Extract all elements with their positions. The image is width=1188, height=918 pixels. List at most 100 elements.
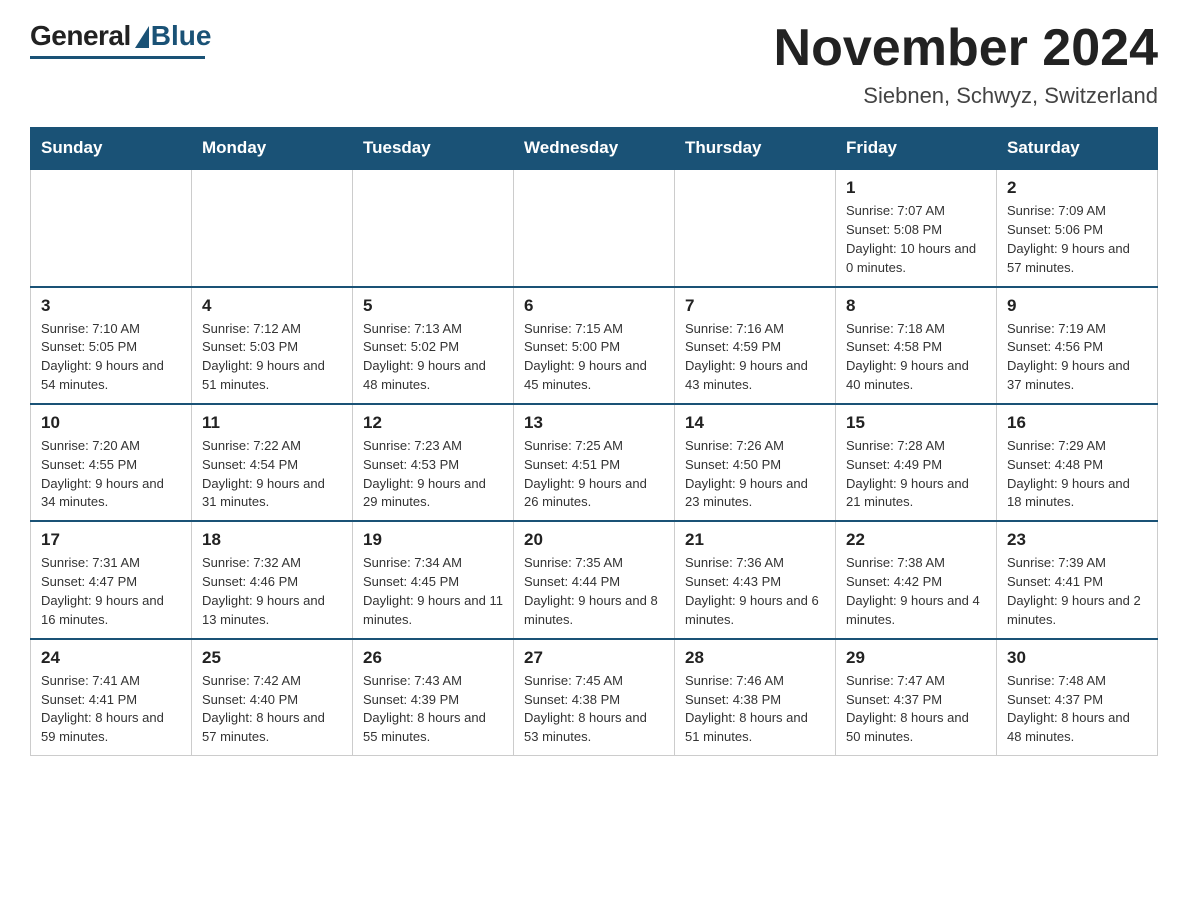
day-number: 1 — [846, 178, 986, 198]
calendar-day-header: Saturday — [997, 128, 1158, 170]
calendar-cell: 1 Sunrise: 7:07 AM Sunset: 5:08 PM Daylig… — [836, 169, 997, 286]
day-number: 12 — [363, 413, 503, 433]
calendar-cell: 18Sunrise: 7:32 AM Sunset: 4:46 PM Dayli… — [192, 521, 353, 638]
logo-blue-inline: Blue — [151, 20, 212, 52]
calendar-cell: 15 Sunrise: 7:28 AM Sunset: 4:49 PM Dayli… — [836, 404, 997, 521]
calendar-day-header: Wednesday — [514, 128, 675, 170]
calendar-cell: 9Sunrise: 7:19 AM Sunset: 4:56 PM Daylig… — [997, 287, 1158, 404]
calendar-cell: 23 Sunrise: 7:39 AM Sunset: 4:41 PM Dayli… — [997, 521, 1158, 638]
calendar-day-header: Friday — [836, 128, 997, 170]
day-info: Sunrise: 7:12 AM Sunset: 5:03 PM Dayligh… — [202, 320, 342, 395]
day-number: 19 — [363, 530, 503, 550]
calendar-day-header: Sunday — [31, 128, 192, 170]
calendar-cell: 8 Sunrise: 7:18 AM Sunset: 4:58 PM Daylig… — [836, 287, 997, 404]
day-info: Sunrise: 7:46 AM Sunset: 4:38 PM Dayligh… — [685, 672, 825, 747]
calendar-day-header: Thursday — [675, 128, 836, 170]
logo-general-text: General — [30, 20, 131, 52]
day-number: 5 — [363, 296, 503, 316]
calendar-week-row: 3Sunrise: 7:10 AM Sunset: 5:05 PM Daylig… — [31, 287, 1158, 404]
calendar-cell: 27Sunrise: 7:45 AM Sunset: 4:38 PM Dayli… — [514, 639, 675, 756]
day-info: Sunrise: 7:31 AM Sunset: 4:47 PM Dayligh… — [41, 554, 181, 629]
day-number: 10 — [41, 413, 181, 433]
day-number: 13 — [524, 413, 664, 433]
calendar-cell: 5 Sunrise: 7:13 AM Sunset: 5:02 PM Daylig… — [353, 287, 514, 404]
day-number: 29 — [846, 648, 986, 668]
day-info: Sunrise: 7:28 AM Sunset: 4:49 PM Dayligh… — [846, 437, 986, 512]
day-info: Sunrise: 7:26 AM Sunset: 4:50 PM Dayligh… — [685, 437, 825, 512]
calendar-cell: 26 Sunrise: 7:43 AM Sunset: 4:39 PM Dayli… — [353, 639, 514, 756]
day-info: Sunrise: 7:41 AM Sunset: 4:41 PM Dayligh… — [41, 672, 181, 747]
day-number: 8 — [846, 296, 986, 316]
day-number: 24 — [41, 648, 181, 668]
day-number: 14 — [685, 413, 825, 433]
calendar-cell: 30Sunrise: 7:48 AM Sunset: 4:37 PM Dayli… — [997, 639, 1158, 756]
day-info: Sunrise: 7:25 AM Sunset: 4:51 PM Dayligh… — [524, 437, 664, 512]
calendar-cell — [514, 169, 675, 286]
logo-triangle-icon — [135, 26, 149, 48]
day-info: Sunrise: 7:20 AM Sunset: 4:55 PM Dayligh… — [41, 437, 181, 512]
day-info: Sunrise: 7:34 AM Sunset: 4:45 PM Dayligh… — [363, 554, 503, 629]
day-number: 11 — [202, 413, 342, 433]
day-info: Sunrise: 7:29 AM Sunset: 4:48 PM Dayligh… — [1007, 437, 1147, 512]
page-header: General Blue November 2024 Siebnen, Schw… — [30, 20, 1158, 109]
day-info: Sunrise: 7:22 AM Sunset: 4:54 PM Dayligh… — [202, 437, 342, 512]
day-info: Sunrise: 7:23 AM Sunset: 4:53 PM Dayligh… — [363, 437, 503, 512]
day-number: 26 — [363, 648, 503, 668]
day-number: 17 — [41, 530, 181, 550]
day-number: 22 — [846, 530, 986, 550]
day-info: Sunrise: 7:38 AM Sunset: 4:42 PM Dayligh… — [846, 554, 986, 629]
calendar-week-row: 24 Sunrise: 7:41 AM Sunset: 4:41 PM Dayli… — [31, 639, 1158, 756]
calendar-cell: 20 Sunrise: 7:35 AM Sunset: 4:44 PM Dayli… — [514, 521, 675, 638]
calendar-week-row: 1 Sunrise: 7:07 AM Sunset: 5:08 PM Daylig… — [31, 169, 1158, 286]
calendar-cell — [353, 169, 514, 286]
calendar-day-header: Monday — [192, 128, 353, 170]
calendar-cell: 13 Sunrise: 7:25 AM Sunset: 4:51 PM Dayli… — [514, 404, 675, 521]
day-info: Sunrise: 7:07 AM Sunset: 5:08 PM Dayligh… — [846, 202, 986, 277]
calendar-cell: 22 Sunrise: 7:38 AM Sunset: 4:42 PM Dayli… — [836, 521, 997, 638]
calendar-cell: 3Sunrise: 7:10 AM Sunset: 5:05 PM Daylig… — [31, 287, 192, 404]
calendar-cell: 7Sunrise: 7:16 AM Sunset: 4:59 PM Daylig… — [675, 287, 836, 404]
day-number: 2 — [1007, 178, 1147, 198]
calendar-cell — [31, 169, 192, 286]
day-number: 25 — [202, 648, 342, 668]
day-info: Sunrise: 7:48 AM Sunset: 4:37 PM Dayligh… — [1007, 672, 1147, 747]
calendar-cell: 2Sunrise: 7:09 AM Sunset: 5:06 PM Daylig… — [997, 169, 1158, 286]
day-info: Sunrise: 7:16 AM Sunset: 4:59 PM Dayligh… — [685, 320, 825, 395]
day-info: Sunrise: 7:47 AM Sunset: 4:37 PM Dayligh… — [846, 672, 986, 747]
day-number: 15 — [846, 413, 986, 433]
day-number: 20 — [524, 530, 664, 550]
day-info: Sunrise: 7:18 AM Sunset: 4:58 PM Dayligh… — [846, 320, 986, 395]
day-info: Sunrise: 7:45 AM Sunset: 4:38 PM Dayligh… — [524, 672, 664, 747]
day-number: 23 — [1007, 530, 1147, 550]
day-number: 28 — [685, 648, 825, 668]
calendar-day-header: Tuesday — [353, 128, 514, 170]
header-right: November 2024 Siebnen, Schwyz, Switzerla… — [774, 20, 1158, 109]
calendar-header-row: SundayMondayTuesdayWednesdayThursdayFrid… — [31, 128, 1158, 170]
day-info: Sunrise: 7:42 AM Sunset: 4:40 PM Dayligh… — [202, 672, 342, 747]
day-info: Sunrise: 7:39 AM Sunset: 4:41 PM Dayligh… — [1007, 554, 1147, 629]
calendar-cell: 16Sunrise: 7:29 AM Sunset: 4:48 PM Dayli… — [997, 404, 1158, 521]
calendar-cell: 25 Sunrise: 7:42 AM Sunset: 4:40 PM Dayli… — [192, 639, 353, 756]
calendar-cell: 24 Sunrise: 7:41 AM Sunset: 4:41 PM Dayli… — [31, 639, 192, 756]
logo: General Blue — [30, 20, 211, 59]
day-number: 21 — [685, 530, 825, 550]
page-title: November 2024 — [774, 20, 1158, 77]
day-info: Sunrise: 7:36 AM Sunset: 4:43 PM Dayligh… — [685, 554, 825, 629]
calendar-cell: 10 Sunrise: 7:20 AM Sunset: 4:55 PM Dayli… — [31, 404, 192, 521]
day-info: Sunrise: 7:43 AM Sunset: 4:39 PM Dayligh… — [363, 672, 503, 747]
day-info: Sunrise: 7:15 AM Sunset: 5:00 PM Dayligh… — [524, 320, 664, 395]
day-info: Sunrise: 7:35 AM Sunset: 4:44 PM Dayligh… — [524, 554, 664, 629]
day-number: 4 — [202, 296, 342, 316]
calendar-cell: 29 Sunrise: 7:47 AM Sunset: 4:37 PM Dayli… — [836, 639, 997, 756]
calendar-cell: 14 Sunrise: 7:26 AM Sunset: 4:50 PM Dayli… — [675, 404, 836, 521]
day-info: Sunrise: 7:32 AM Sunset: 4:46 PM Dayligh… — [202, 554, 342, 629]
calendar-week-row: 10 Sunrise: 7:20 AM Sunset: 4:55 PM Dayli… — [31, 404, 1158, 521]
day-number: 9 — [1007, 296, 1147, 316]
day-info: Sunrise: 7:13 AM Sunset: 5:02 PM Dayligh… — [363, 320, 503, 395]
calendar-cell: 4 Sunrise: 7:12 AM Sunset: 5:03 PM Daylig… — [192, 287, 353, 404]
calendar-cell — [675, 169, 836, 286]
calendar-cell: 12 Sunrise: 7:23 AM Sunset: 4:53 PM Dayli… — [353, 404, 514, 521]
calendar-cell: 17 Sunrise: 7:31 AM Sunset: 4:47 PM Dayli… — [31, 521, 192, 638]
calendar-week-row: 17 Sunrise: 7:31 AM Sunset: 4:47 PM Dayli… — [31, 521, 1158, 638]
day-info: Sunrise: 7:10 AM Sunset: 5:05 PM Dayligh… — [41, 320, 181, 395]
